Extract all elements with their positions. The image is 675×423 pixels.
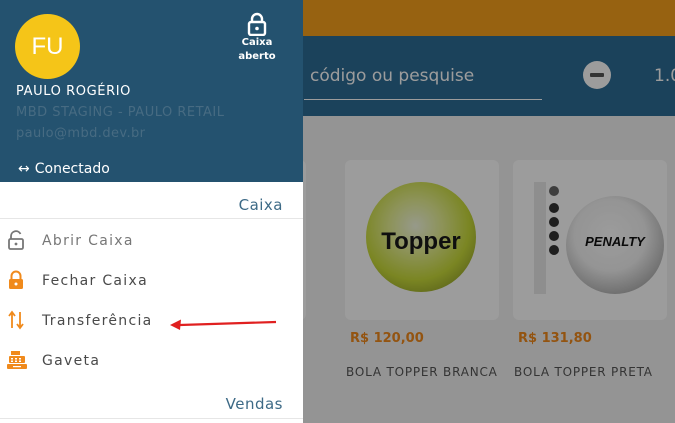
lock-open-icon	[8, 230, 24, 250]
lock-icon	[247, 12, 267, 36]
cash-status[interactable]: Caixa aberto	[228, 12, 286, 64]
avatar[interactable]: FU	[15, 14, 80, 79]
navigation-drawer: FU Caixa aberto PAULO ROGÉRIO MBD STAGIN…	[0, 0, 303, 423]
user-company: MBD STAGING - PAULO RETAIL	[16, 105, 225, 120]
drawer-header: FU Caixa aberto PAULO ROGÉRIO MBD STAGIN…	[0, 0, 303, 182]
menu-item-label: Abrir Caixa	[42, 233, 134, 249]
connection-status-label: Conectado	[34, 161, 110, 177]
section-title: Vendas	[225, 395, 283, 413]
menu-item-label: Fechar Caixa	[42, 273, 148, 289]
section-title: Caixa	[238, 196, 283, 214]
cash-status-line2: aberto	[238, 51, 276, 62]
menu-item-fechar-caixa[interactable]: Fechar Caixa	[0, 260, 303, 300]
cash-status-line1: Caixa	[241, 37, 273, 48]
swap-vertical-icon	[8, 310, 24, 330]
menu-item-abrir-caixa[interactable]: Abrir Caixa	[0, 220, 303, 260]
menu-item-label: Gaveta	[42, 353, 101, 369]
menu-item-label: Transferência	[42, 313, 153, 329]
user-email: paulo@mbd.dev.br	[16, 126, 146, 141]
cash-register-icon	[7, 351, 27, 369]
section-header-caixa: Caixa	[0, 182, 303, 219]
swap-horizontal-icon: ↔	[18, 161, 30, 177]
user-name: PAULO ROGÉRIO	[16, 84, 132, 99]
annotation-arrow-icon	[170, 319, 277, 330]
section-header-vendas: Vendas	[0, 381, 303, 419]
connection-status: ↔ Conectado	[18, 161, 110, 177]
lock-icon	[9, 270, 23, 289]
menu-item-gaveta[interactable]: Gaveta	[0, 340, 303, 380]
